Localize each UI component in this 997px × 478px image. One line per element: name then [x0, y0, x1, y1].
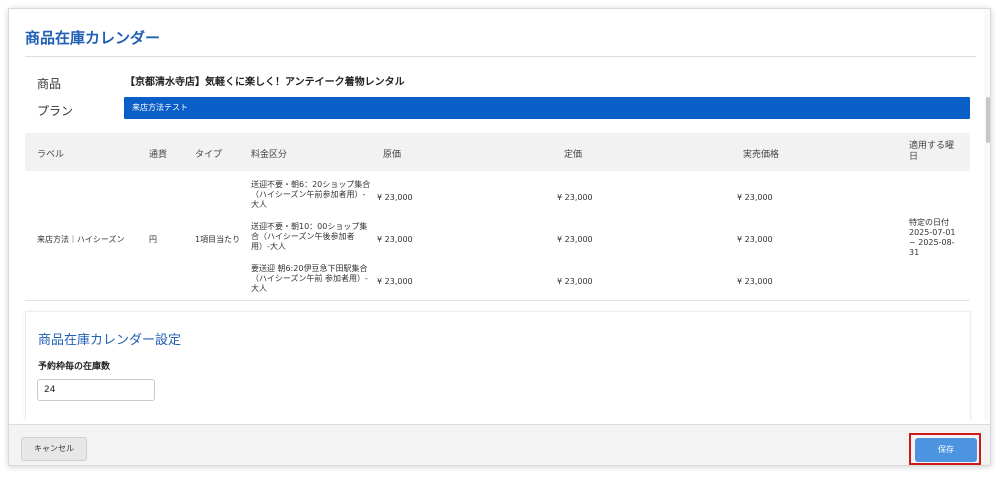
list-price: ¥ 23,000 [557, 235, 593, 244]
title-divider [25, 56, 976, 57]
product-label: 商品 [37, 77, 62, 91]
settings-panel: 商品在庫カレンダー設定 予約枠毎の在庫数 [25, 311, 971, 421]
row-applicable-day: 特定の日付 2025-07-01 ~ 2025-08-31 [909, 218, 956, 257]
fee-category: 送迎不要・朝10：00ショップ集合（ハイシーズン午後参加者用）-大人 [251, 222, 368, 251]
save-button[interactable]: 保存 [915, 438, 977, 462]
header-label: ラベル [37, 150, 65, 160]
product-value: 【京都清水寺店】気軽くに楽しく！アンテイーク着物レンタル [125, 77, 405, 88]
row-currency: 円 [149, 235, 157, 244]
table-header: ラベル 通貨 タイプ 料金区分 原価 定価 実売価格 適用する曜日 [25, 133, 970, 171]
row-type: 1項目当たり [195, 235, 241, 244]
header-applicable-day: 適用する曜日 [909, 141, 955, 162]
actual-price: ¥ 23,000 [737, 235, 773, 244]
header-original-price: 原価 [383, 150, 402, 160]
list-price: ¥ 23,000 [557, 277, 593, 286]
header-list-price: 定価 [564, 150, 583, 160]
header-type: タイプ [195, 150, 223, 160]
actual-price: ¥ 23,000 [737, 277, 773, 286]
original-price: ¥ 23,000 [377, 193, 413, 202]
plan-label: プラン [37, 104, 74, 118]
cancel-button[interactable]: キャンセル [21, 437, 87, 461]
settings-title: 商品在庫カレンダー設定 [38, 333, 182, 348]
stock-label: 予約枠毎の在庫数 [38, 362, 111, 372]
original-price: ¥ 23,000 [377, 235, 413, 244]
header-fee-category: 料金区分 [251, 150, 288, 160]
stock-input[interactable] [37, 379, 155, 401]
fee-category: 要送迎 朝6:20伊豆急下田駅集合（ハイシーズン午前 参加者用）-大人 [251, 264, 368, 293]
row-label: 来店方法｜ハイシーズン [37, 235, 125, 244]
header-currency: 通貨 [149, 150, 168, 160]
list-price: ¥ 23,000 [557, 193, 593, 202]
row-divider [25, 300, 970, 301]
page-title: 商品在庫カレンダー [25, 29, 161, 47]
header-actual-price: 実売価格 [743, 150, 780, 160]
scroll-thumb[interactable] [986, 97, 990, 143]
original-price: ¥ 23,000 [377, 277, 413, 286]
dialog-window: 商品在庫カレンダー 商品 【京都清水寺店】気軽くに楽しく！アンテイーク着物レンタ… [8, 8, 991, 466]
actual-price: ¥ 23,000 [737, 193, 773, 202]
table-row: 来店方法｜ハイシーズン 円 1項目当たり 送迎不要・朝6：20ショップ集合（ハイ… [25, 172, 970, 300]
vertical-scrollbar[interactable] [984, 9, 990, 421]
dialog-footer: キャンセル 保存 [9, 424, 990, 465]
dialog-content: 商品在庫カレンダー 商品 【京都清水寺店】気軽くに楽しく！アンテイーク着物レンタ… [9, 9, 984, 421]
plan-select[interactable]: 来店方法テスト [124, 97, 970, 119]
fee-category: 送迎不要・朝6：20ショップ集合（ハイシーズン午前参加者用）-大人 [251, 180, 371, 209]
